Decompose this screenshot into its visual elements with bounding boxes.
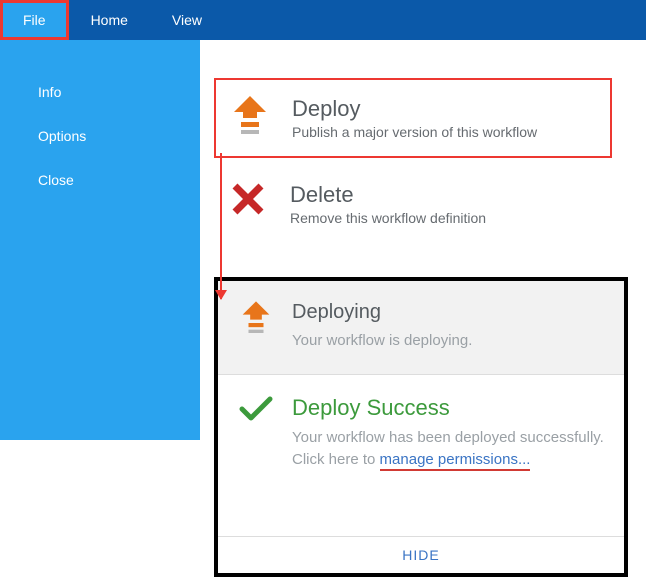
- sidebar: Info Options Close: [0, 40, 200, 440]
- status-deploying-title: Deploying: [292, 301, 472, 324]
- hide-button-label: HIDE: [402, 547, 439, 563]
- sidebar-item-label: Options: [38, 128, 86, 144]
- annotation-arrow: [220, 153, 222, 299]
- action-deploy[interactable]: Deploy Publish a major version of this w…: [214, 78, 612, 158]
- action-deploy-text: Deploy Publish a major version of this w…: [292, 96, 537, 140]
- tab-file[interactable]: File: [0, 0, 69, 40]
- status-deploying-subtitle: Your workflow is deploying.: [292, 330, 472, 352]
- tab-view-label: View: [172, 12, 202, 28]
- hide-button[interactable]: HIDE: [218, 536, 624, 573]
- status-panel: Deploying Your workflow is deploying. De…: [214, 277, 628, 577]
- action-delete-subtitle: Remove this workflow definition: [290, 210, 486, 226]
- status-success-subtitle: Your workflow has been deployed successf…: [292, 427, 606, 471]
- upload-icon: [226, 96, 274, 136]
- status-success-title: Deploy Success: [292, 395, 606, 421]
- status-success: Deploy Success Your workflow has been de…: [218, 375, 624, 493]
- status-deploying-text: Deploying Your workflow is deploying.: [292, 301, 472, 352]
- tab-view[interactable]: View: [150, 0, 224, 40]
- upload-icon: [236, 301, 276, 335]
- action-deploy-subtitle: Publish a major version of this workflow: [292, 124, 537, 140]
- status-success-text: Deploy Success Your workflow has been de…: [292, 395, 606, 471]
- status-deploying: Deploying Your workflow is deploying.: [218, 281, 624, 375]
- action-delete-text: Delete Remove this workflow definition: [290, 182, 486, 226]
- check-icon: [236, 395, 276, 423]
- action-delete[interactable]: Delete Remove this workflow definition: [214, 166, 612, 242]
- delete-icon: [224, 182, 272, 216]
- tab-home[interactable]: Home: [69, 0, 150, 40]
- action-deploy-title: Deploy: [292, 96, 537, 122]
- sidebar-item-label: Close: [38, 172, 74, 188]
- content-area: Deploy Publish a major version of this w…: [200, 40, 646, 581]
- topbar: File Home View: [0, 0, 646, 40]
- manage-permissions-link[interactable]: manage permissions...: [380, 451, 531, 471]
- action-delete-title: Delete: [290, 182, 486, 208]
- tab-file-label: File: [23, 12, 46, 28]
- tab-home-label: Home: [91, 12, 128, 28]
- sidebar-item-options[interactable]: Options: [0, 114, 200, 158]
- sidebar-item-info[interactable]: Info: [0, 70, 200, 114]
- sidebar-item-label: Info: [38, 84, 61, 100]
- sidebar-item-close[interactable]: Close: [0, 158, 200, 202]
